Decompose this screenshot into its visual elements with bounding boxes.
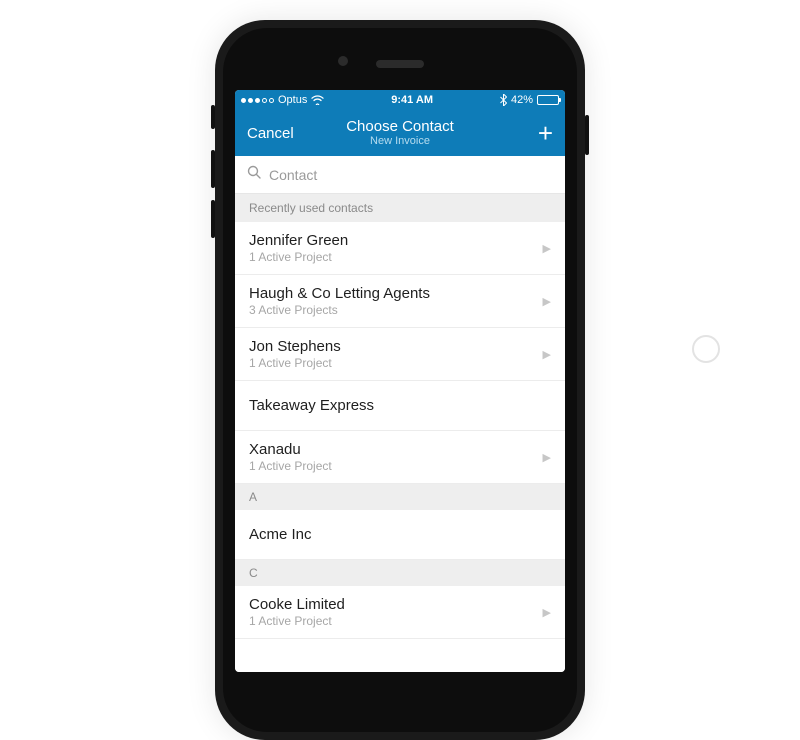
contact-name: Xanadu: [249, 441, 332, 458]
chevron-right-icon: ▶: [543, 295, 551, 308]
chevron-right-icon: ▶: [543, 451, 551, 464]
alpha-section-header: A: [235, 484, 565, 510]
contact-subtitle: 1 Active Project: [249, 356, 341, 370]
status-time: 9:41 AM: [391, 94, 433, 106]
volume-down: [211, 200, 215, 238]
recent-section-header: Recently used contacts: [235, 194, 565, 222]
contact-subtitle: 1 Active Project: [249, 250, 348, 264]
contact-row[interactable]: Jon Stephens1 Active Project ▶: [235, 328, 565, 381]
screen: Optus 9:41 AM 42% Cancel Choose: [235, 90, 565, 672]
volume-up: [211, 150, 215, 188]
signal-dots-icon: [241, 98, 274, 103]
battery-percent: 42%: [511, 94, 533, 106]
chevron-right-icon: ▶: [543, 242, 551, 255]
carrier-label: Optus: [278, 94, 307, 106]
contact-row[interactable]: Jennifer Green1 Active Project ▶: [235, 222, 565, 275]
bluetooth-icon: [500, 94, 507, 106]
cancel-button[interactable]: Cancel: [247, 125, 294, 142]
wifi-icon: [311, 95, 324, 105]
contact-list[interactable]: Recently used contacts Jennifer Green1 A…: [235, 194, 565, 672]
assistive-touch-icon[interactable]: [692, 335, 720, 363]
chevron-right-icon: ▶: [543, 606, 551, 619]
alpha-section-header: C: [235, 560, 565, 586]
contact-name: Takeaway Express: [249, 397, 374, 414]
front-camera: [338, 56, 348, 66]
contact-row[interactable]: Cooke Limited1 Active Project ▶: [235, 586, 565, 639]
contact-row[interactable]: Haugh & Co Letting Agents3 Active Projec…: [235, 275, 565, 328]
search-icon: [247, 165, 261, 184]
status-right: 42%: [500, 94, 559, 106]
contact-row[interactable]: Xanadu1 Active Project ▶: [235, 431, 565, 484]
chevron-right-icon: ▶: [543, 348, 551, 361]
contact-name: Jon Stephens: [249, 338, 341, 355]
power-button: [585, 115, 589, 155]
contact-name: Jennifer Green: [249, 232, 348, 249]
status-left: Optus: [241, 94, 324, 106]
add-contact-button[interactable]: +: [538, 120, 553, 146]
contact-name: Acme Inc: [249, 526, 312, 543]
battery-icon: [537, 95, 559, 105]
nav-bar: Cancel Choose Contact New Invoice +: [235, 110, 565, 156]
contact-row[interactable]: Takeaway Express: [235, 381, 565, 431]
search-input[interactable]: [269, 167, 553, 183]
status-bar: Optus 9:41 AM 42%: [235, 90, 565, 110]
contact-subtitle: 1 Active Project: [249, 614, 345, 628]
mute-switch: [211, 105, 215, 129]
speaker-grille: [376, 60, 424, 68]
contact-name: Cooke Limited: [249, 596, 345, 613]
phone-frame: Optus 9:41 AM 42% Cancel Choose: [215, 20, 585, 740]
contact-subtitle: 1 Active Project: [249, 459, 332, 473]
contact-row[interactable]: Acme Inc: [235, 510, 565, 560]
search-bar[interactable]: [235, 156, 565, 194]
contact-name: Haugh & Co Letting Agents: [249, 285, 430, 302]
contact-subtitle: 3 Active Projects: [249, 303, 430, 317]
phone-bezel: Optus 9:41 AM 42% Cancel Choose: [223, 28, 577, 732]
